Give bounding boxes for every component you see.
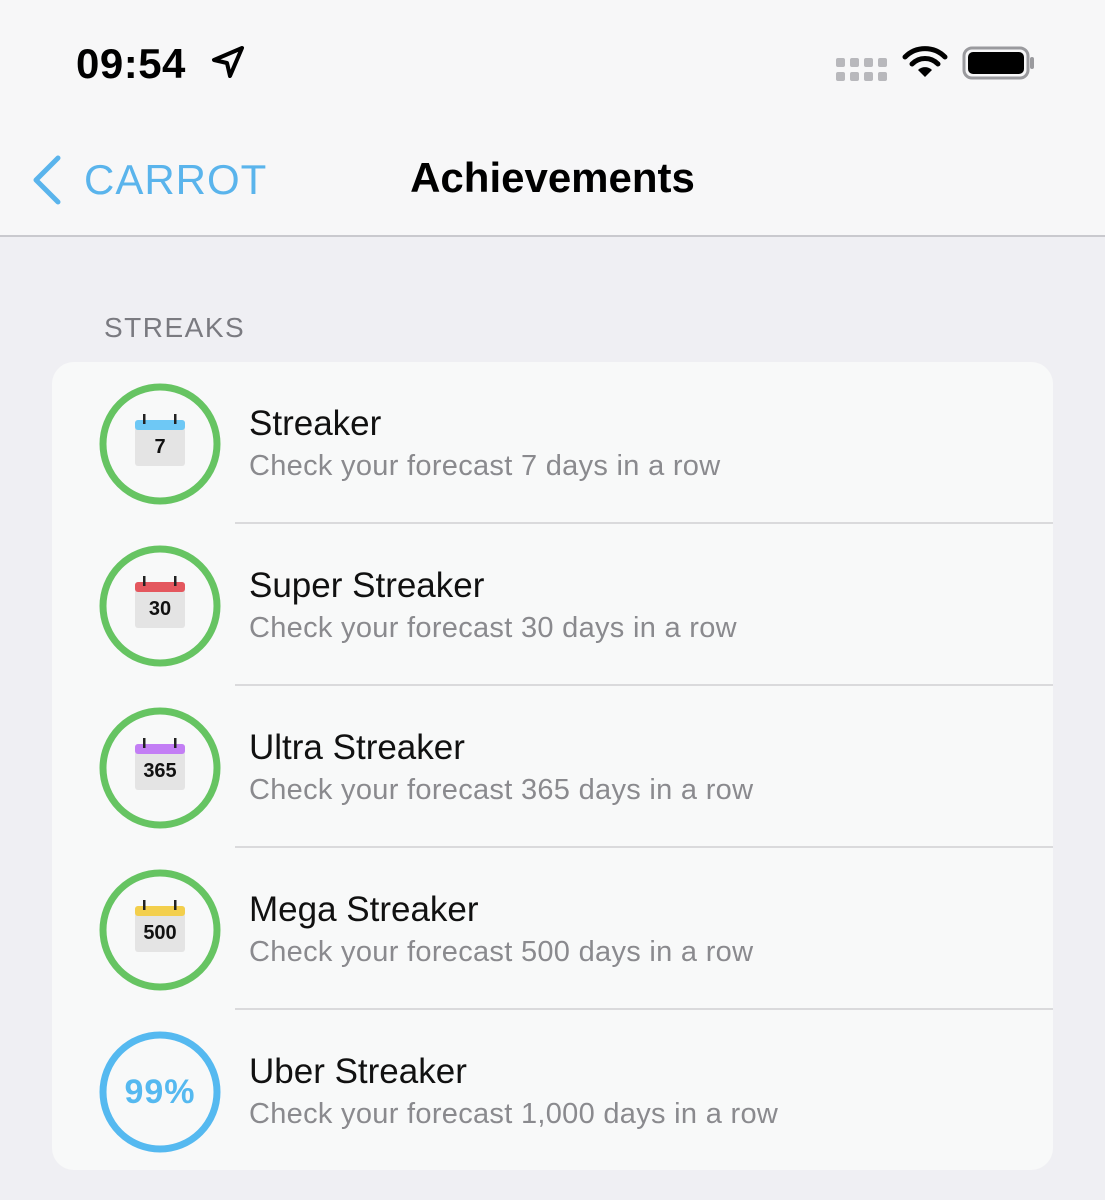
location-arrow-icon bbox=[212, 46, 244, 78]
achievement-description: Check your forecast 500 days in a row bbox=[249, 936, 754, 968]
back-button[interactable]: CARROT bbox=[30, 152, 267, 208]
badge-number: 365 bbox=[143, 760, 177, 782]
achievement-title: Mega Streaker bbox=[249, 890, 479, 929]
battery-icon bbox=[962, 46, 1034, 80]
achievement-title: Ultra Streaker bbox=[249, 728, 465, 767]
list-item[interactable]: 365 Ultra Streaker Check your forecast 3… bbox=[52, 686, 1053, 848]
list-item[interactable]: 30 Super Streaker Check your forecast 30… bbox=[52, 524, 1053, 686]
badge-30-days: 30 bbox=[98, 544, 222, 668]
list-item[interactable]: 500 Mega Streaker Check your forecast 50… bbox=[52, 848, 1053, 1010]
wifi-icon bbox=[902, 46, 948, 77]
achievement-description: Check your forecast 365 days in a row bbox=[249, 774, 754, 806]
status-bar: 09:54 bbox=[0, 0, 1105, 118]
badge-number: 500 bbox=[143, 922, 177, 944]
cellular-signal-icon bbox=[836, 58, 887, 81]
achievement-title: Streaker bbox=[249, 404, 382, 443]
badge-number: 7 bbox=[154, 436, 166, 458]
progress-badge: 99% bbox=[98, 1030, 222, 1154]
badge-365-days: 365 bbox=[98, 706, 222, 830]
achievement-description: Check your forecast 1,000 days in a row bbox=[249, 1098, 779, 1130]
badge-7-days: 7 bbox=[98, 382, 222, 506]
achievement-title: Uber Streaker bbox=[249, 1052, 467, 1091]
achievement-description: Check your forecast 7 days in a row bbox=[249, 450, 721, 482]
section-header: STREAKS bbox=[104, 312, 246, 343]
navigation-bar: Achievements CARROT bbox=[0, 118, 1105, 237]
badge-500-days: 500 bbox=[98, 868, 222, 992]
status-time: 09:54 bbox=[76, 40, 186, 87]
list-item[interactable]: 7 Streaker Check your forecast 7 days in… bbox=[52, 362, 1053, 524]
achievement-title: Super Streaker bbox=[249, 566, 485, 605]
chevron-left-icon bbox=[33, 155, 61, 205]
achievement-description: Check your forecast 30 days in a row bbox=[249, 612, 737, 644]
back-button-label: CARROT bbox=[84, 156, 268, 203]
list-item[interactable]: 99% Uber Streaker Check your forecast 1,… bbox=[52, 1010, 1053, 1170]
progress-percentage: 99% bbox=[124, 1072, 196, 1111]
achievements-list: 7 Streaker Check your forecast 7 days in… bbox=[52, 362, 1053, 1170]
badge-number: 30 bbox=[148, 598, 172, 620]
